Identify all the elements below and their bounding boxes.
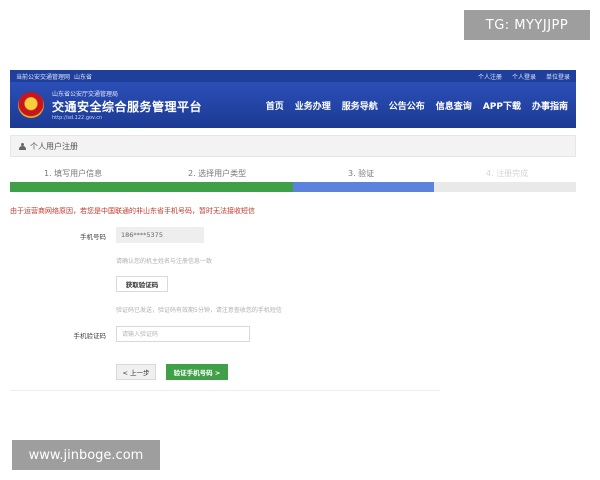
police-emblem-icon — [18, 92, 44, 118]
step-4-label: 4. 注册完成 — [486, 169, 529, 178]
code-sent-hint: 验证码已发送，验证码有效期5分钟，请注意查收您的手机短信 — [116, 307, 282, 314]
owner-hint: 请确认您的机主姓名与注册信息一致 — [116, 258, 213, 265]
nav-announcements[interactable]: 公告公布 — [389, 99, 425, 112]
progress-remaining — [434, 182, 576, 192]
nav-inquiry[interactable]: 信息查询 — [436, 99, 472, 112]
progress-current — [293, 182, 434, 192]
get-code-button[interactable]: 获取验证码 — [116, 276, 168, 292]
carrier-notice: 由于运营商网络原因，若您是中国联通的非山东省手机号码，暂时无法接收短信 — [10, 207, 255, 215]
site-header: 山东省公安厅交通管理局 交通安全综合服务管理平台 http://sd.122.g… — [10, 82, 576, 128]
topbar-site-text: 当前公安交通管理网 — [16, 73, 71, 81]
company-login-link[interactable]: 单位登录 — [546, 72, 570, 81]
step-labels: 1. 填写用户信息 2. 选择用户类型 3. 验证 4. 注册完成 — [10, 168, 576, 180]
verification-code-input[interactable] — [116, 326, 250, 342]
user-icon — [19, 142, 26, 150]
watermark-telegram: TG: MYYJJPP — [464, 10, 590, 40]
page-title: 个人用户注册 — [30, 141, 78, 151]
brand-subtitle: 山东省公安厅交通管理局 — [52, 91, 119, 98]
nav-guide[interactable]: 办事指南 — [532, 99, 568, 112]
registration-progress-bar — [10, 182, 576, 192]
personal-login-link[interactable]: 个人登录 — [512, 72, 536, 81]
step-2-label: 2. 选择用户类型 — [188, 169, 247, 178]
step-3-label: 3. 验证 — [348, 169, 375, 178]
nav-business[interactable]: 业务办理 — [295, 99, 331, 112]
main-nav: 首页 业务办理 服务导航 公告公布 信息查询 APP下载 办事指南 — [266, 99, 568, 112]
phone-number-display: 186****5375 — [116, 227, 204, 243]
phone-label: 手机号码 — [80, 233, 106, 241]
form-divider — [10, 390, 440, 391]
nav-home[interactable]: 首页 — [266, 99, 284, 112]
brand-block: 山东省公安厅交通管理局 交通安全综合服务管理平台 http://sd.122.g… — [52, 89, 202, 121]
brand-url: http://sd.122.gov.cn — [52, 115, 103, 121]
region-selector[interactable]: 山东省 — [74, 72, 92, 81]
code-label: 手机验证码 — [73, 332, 107, 340]
step-1-label: 1. 填写用户信息 — [44, 169, 103, 178]
nav-service-guide[interactable]: 服务导航 — [342, 99, 378, 112]
brand-title[interactable]: 交通安全综合服务管理平台 — [52, 98, 202, 115]
nav-app-download[interactable]: APP下载 — [483, 99, 521, 112]
topbar-links: 个人注册 个人登录 单位登录 — [478, 72, 570, 81]
register-link[interactable]: 个人注册 — [478, 72, 502, 81]
page-heading-bar: 个人用户注册 — [10, 135, 576, 157]
progress-complete — [10, 182, 293, 192]
watermark-site: www.jinboge.com — [12, 440, 160, 470]
topbar-left: 当前公安交通管理网 山东省 — [16, 72, 92, 81]
verify-phone-button[interactable]: 验证手机号码 > — [166, 364, 228, 380]
top-utility-bar: 当前公安交通管理网 山东省 个人注册 个人登录 单位登录 — [10, 70, 576, 82]
previous-step-button[interactable]: < 上一步 — [116, 364, 156, 380]
